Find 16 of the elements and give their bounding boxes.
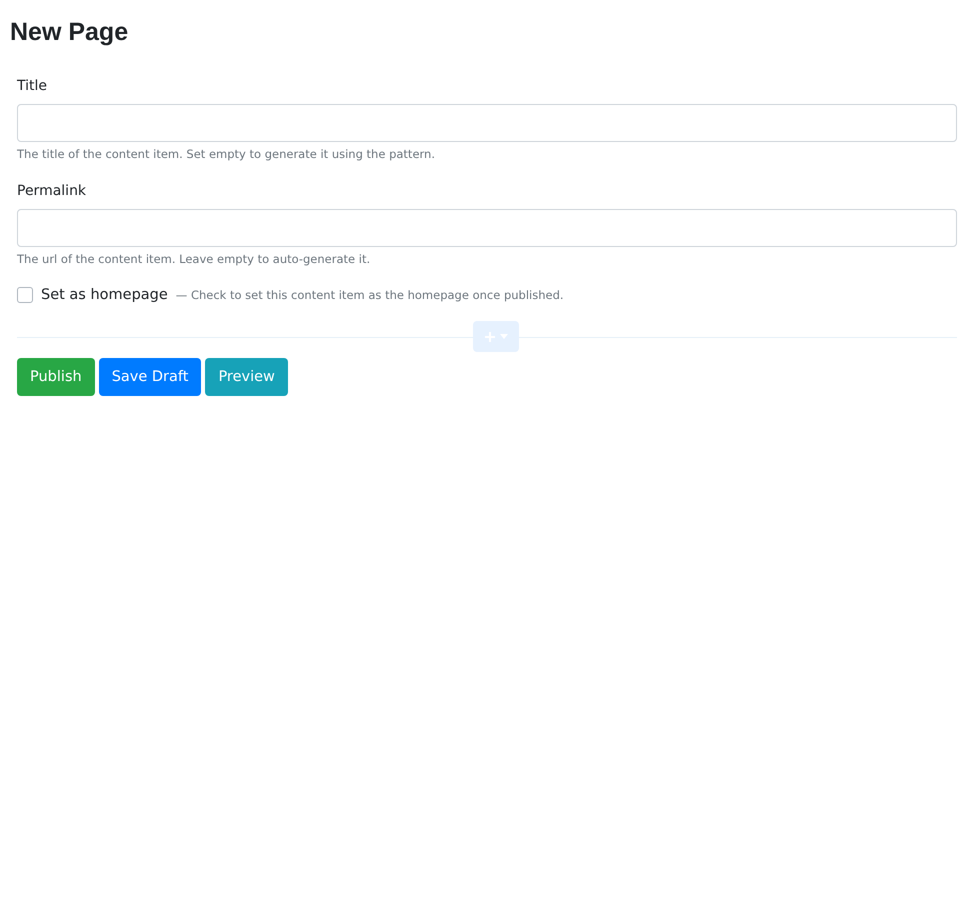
field-label: Permalink <box>17 183 86 199</box>
action-button[interactable]: Save Draft <box>98 358 202 396</box>
field-label: Title <box>17 78 48 94</box>
help-text: The title of the content item. Set empty to generate it using the pattern. <box>17 147 435 161</box>
checkbox[interactable] <box>17 287 33 303</box>
input-field[interactable] <box>17 209 957 247</box>
plus-icon <box>484 330 496 342</box>
help-text: The url of the content item. Leave empty to auto-generate it. <box>17 252 370 266</box>
add-block-button[interactable] <box>473 321 519 352</box>
action-button[interactable]: Preview <box>205 358 288 396</box>
input-field[interactable] <box>17 104 957 142</box>
caret-icon <box>500 334 508 339</box>
page-heading: New Page <box>9 17 130 47</box>
checkbox-label: Set as homepage <box>41 287 168 303</box>
help-text: — Check to set this content item as the homepage once published. <box>176 288 564 302</box>
action-button[interactable]: Publish <box>17 358 95 396</box>
